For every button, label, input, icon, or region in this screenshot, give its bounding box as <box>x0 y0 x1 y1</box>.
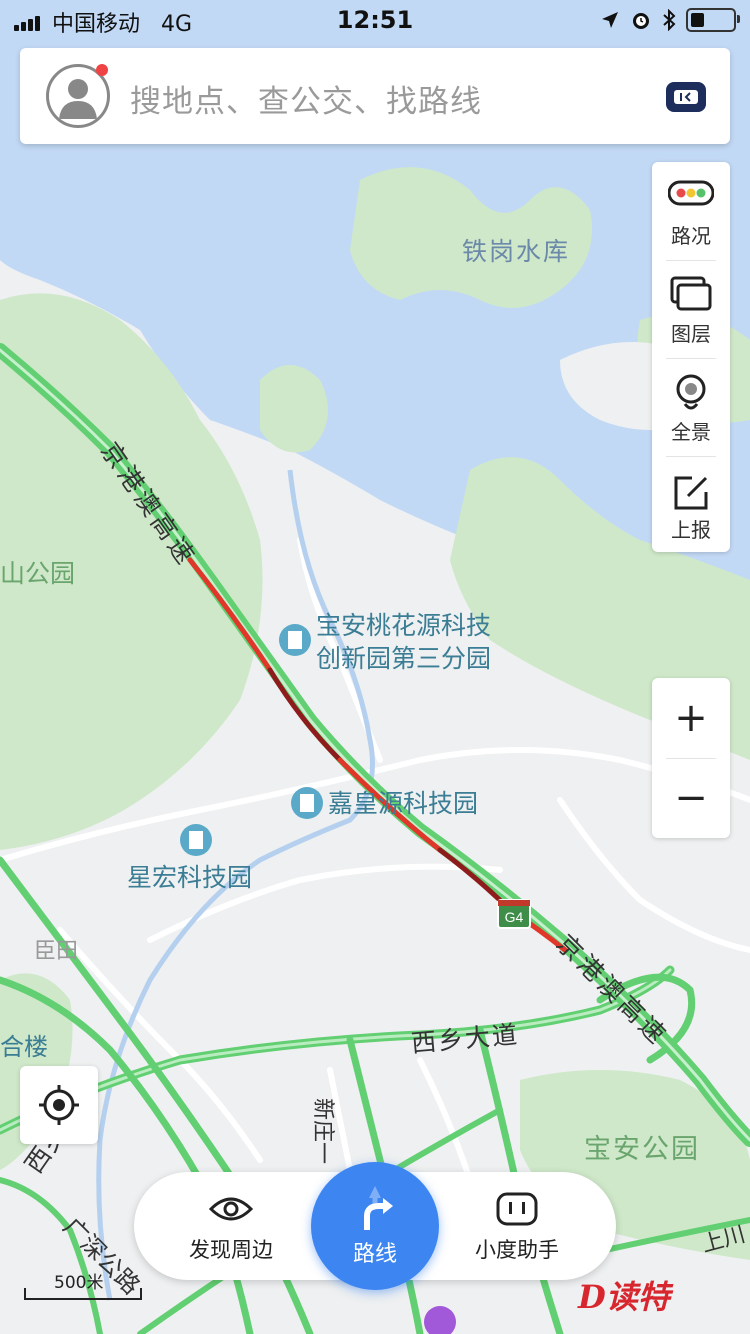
eye-icon <box>208 1197 254 1221</box>
label-poi-3: 星宏科技园 <box>127 863 252 892</box>
battery-icon <box>686 8 740 32</box>
zoom-in-button[interactable]: + <box>652 678 730 758</box>
poi-icon-taohuayuan <box>279 624 311 656</box>
location-arrow-icon <box>602 12 618 28</box>
notification-dot <box>96 64 108 76</box>
bluetooth-icon <box>663 9 676 31</box>
poi-icon-jiahuangyuan <box>291 787 323 819</box>
route-button[interactable]: 路线 <box>311 1162 439 1290</box>
tool-layers-label: 图层 <box>671 322 711 346</box>
traffic-light-icon <box>668 180 714 206</box>
label-reservoir: 铁岗水库 <box>462 237 570 266</box>
assistant-label: 小度助手 <box>475 1238 559 1262</box>
map-scale: 500米 <box>24 1268 142 1308</box>
voice-assistant-icon[interactable] <box>666 82 706 112</box>
assistant-button[interactable]: 小度助手 <box>452 1172 582 1280</box>
label-district: 臣田 <box>34 939 78 964</box>
tool-traffic-label: 路况 <box>671 224 711 248</box>
route-arrow-icon <box>364 1186 393 1230</box>
user-icon <box>59 79 97 119</box>
report-edit-icon <box>674 476 708 510</box>
map-tools-panel: 路况 图层 全景 上报 <box>652 162 730 552</box>
tool-report[interactable]: 上报 <box>652 456 730 554</box>
assistant-face-icon <box>496 1192 538 1226</box>
label-building: 合楼 <box>0 1033 48 1061</box>
search-bar[interactable]: 搜地点、查公交、找路线 <box>20 48 730 144</box>
alarm-clock-icon <box>633 13 649 29</box>
tool-layers[interactable]: 图层 <box>652 260 730 358</box>
locate-button[interactable] <box>20 1066 98 1144</box>
status-right-icons <box>600 8 740 32</box>
crosshair-icon <box>39 1085 79 1125</box>
search-placeholder[interactable]: 搜地点、查公交、找路线 <box>130 76 482 121</box>
hill-area-mid <box>260 365 328 453</box>
discover-label: 发现周边 <box>189 1238 273 1262</box>
zoom-out-button[interactable]: − <box>652 758 730 838</box>
tool-panorama-label: 全景 <box>671 420 711 444</box>
scale-bar <box>24 1288 142 1300</box>
label-park-baoan: 宝安公园 <box>584 1134 700 1165</box>
route-label: 路线 <box>352 1242 397 1267</box>
watermark-text: 读特 <box>605 1278 670 1316</box>
panorama-pin-icon <box>676 374 706 410</box>
label-park-left: 山公园 <box>0 559 75 588</box>
tool-traffic[interactable]: 路况 <box>652 162 730 260</box>
watermark-logo: D读特 <box>578 1278 670 1316</box>
label-poi-2: 嘉皇源科技园 <box>328 789 478 818</box>
map-canvas[interactable]: G4 铁岗水库 山公园 京港澳高速 京港澳高速 宝安桃花源科技 创新园第三分园 … <box>0 0 750 1334</box>
g4-shield: G4 <box>497 899 531 929</box>
discover-nearby-button[interactable]: 发现周边 <box>166 1172 296 1280</box>
g4-shield-label: G4 <box>505 909 524 925</box>
label-road-xinzhuang: 新庄一 <box>310 1098 335 1164</box>
zoom-controls: + − <box>652 678 730 838</box>
layers-icon <box>670 276 712 311</box>
poi-icon-xinghong <box>180 824 212 856</box>
tool-report-label: 上报 <box>671 518 711 542</box>
tool-panorama[interactable]: 全景 <box>652 358 730 456</box>
label-poi-1-line2: 创新园第三分园 <box>316 644 491 673</box>
status-bar: 中国移动 4G 12:51 <box>0 0 750 42</box>
label-poi-1-line1: 宝安桃花源科技 <box>316 611 491 640</box>
